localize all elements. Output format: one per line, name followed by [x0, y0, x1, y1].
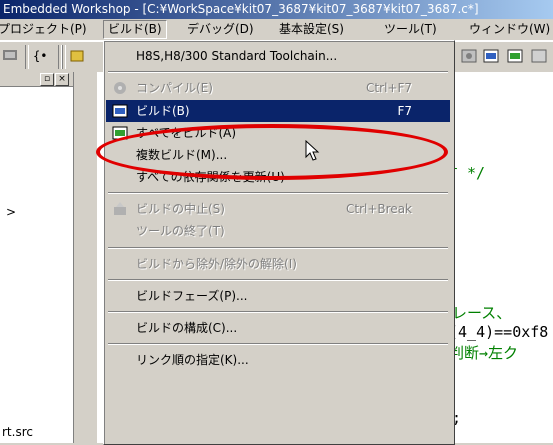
build-toolbar-icon[interactable]	[2, 47, 22, 67]
menu-item-build[interactable]: ビルド(B) F7	[106, 100, 450, 122]
menu-tools[interactable]: ツール(T)	[380, 21, 441, 38]
pane-splitter[interactable]	[73, 72, 98, 443]
compile-toolbar-icon[interactable]	[460, 47, 480, 67]
menu-separator	[108, 192, 448, 194]
menu-item-exclude: ビルドから除外/除外の解除(I)	[136, 257, 297, 271]
build-menu-dropdown: H8S,H8/300 Standard Toolchain... コンパイル(E…	[103, 40, 455, 445]
menu-item-link-order[interactable]: リンク順の指定(K)...	[106, 349, 450, 371]
rebuild-toolbar-icon[interactable]	[506, 47, 526, 67]
annotation-highlight-oval	[96, 124, 448, 180]
menu-project[interactable]: プロジェクト(P)	[0, 21, 91, 38]
window-title: Embedded Workshop - [C:¥WorkSpace¥kit07_…	[3, 2, 479, 16]
close-icon[interactable]: ×	[55, 73, 69, 86]
menu-debug[interactable]: デバッグ(D)	[183, 21, 258, 38]
menu-item-end-tool: ツールの終了(T)	[136, 224, 225, 238]
menu-item-toolchain[interactable]: H8S,H8/300 Standard Toolchain...	[106, 45, 450, 67]
build-all-toolbar-icon[interactable]	[482, 47, 502, 67]
toolbar-icon[interactable]	[530, 47, 550, 67]
compile-icon	[112, 80, 128, 96]
mouse-cursor-icon	[305, 140, 320, 161]
menu-item-build-config[interactable]: ビルドの構成(C)...	[106, 317, 450, 339]
pane-restore-button[interactable]: ▫	[40, 73, 54, 86]
build-icon	[112, 103, 128, 119]
title-bar: Embedded Workshop - [C:¥WorkSpace¥kit07_…	[0, 0, 553, 19]
menu-item-build-phase[interactable]: ビルドフェーズ(P)...	[106, 285, 450, 307]
folder-icon[interactable]	[70, 47, 90, 67]
code-line: 判断→左ク	[449, 344, 519, 362]
menu-settings[interactable]: 基本設定(S)	[275, 21, 348, 38]
toolbar-separator	[25, 45, 29, 69]
menu-item-compile: コンパイル(E) Ctrl+F7	[106, 77, 450, 99]
tree-expander[interactable]: >	[6, 205, 16, 219]
menu-window[interactable]: ウィンドウ(W)	[465, 21, 553, 38]
svg-text:{•}: {•}	[33, 49, 48, 63]
menu-item-stop-build: ビルドの中止(S) Ctrl+Break	[106, 198, 450, 220]
menu-separator	[108, 311, 448, 313]
menu-separator	[108, 343, 448, 345]
menu-build[interactable]: ビルド(B)	[103, 20, 167, 39]
stop-build-icon	[112, 201, 128, 217]
code-line: (4_4)==0xf8	[449, 323, 549, 341]
braces-icon[interactable]: {•}	[32, 47, 55, 67]
menu-separator	[108, 71, 448, 73]
toolbar-separator	[62, 45, 66, 69]
menu-bar: プロジェクト(P) ビルド(B) デバッグ(D) 基本設定(S) ツール(T) …	[0, 19, 553, 41]
menu-separator	[108, 279, 448, 281]
file-item[interactable]: rt.src	[2, 425, 33, 439]
menu-separator	[108, 247, 448, 249]
